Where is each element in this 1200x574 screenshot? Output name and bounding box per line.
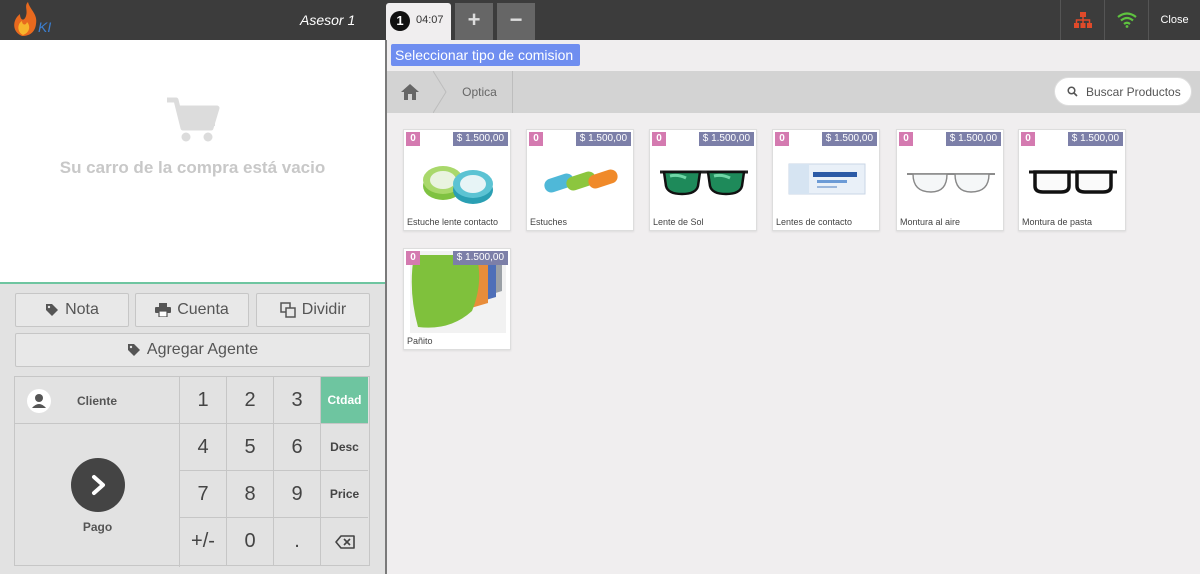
product-qty-badge: 0 [406, 132, 420, 146]
product-price-badge: $ 1.500,00 [575, 132, 631, 146]
mode-discount-button[interactable]: Desc [321, 424, 368, 471]
key-6[interactable]: 6 [274, 424, 321, 471]
add-agent-button[interactable]: Agregar Agente [15, 333, 370, 367]
product-qty-badge: 0 [775, 132, 789, 146]
product-name: Montura al aire [900, 217, 961, 227]
product-card[interactable]: 0 $ 1.500,00 Pañito [403, 248, 511, 350]
product-name: Estuche lente contacto [407, 217, 499, 227]
commission-type-dropdown[interactable]: Seleccionar tipo de comision ▾ [391, 44, 580, 85]
app-logo: KI [8, 2, 56, 38]
product-price-badge: $ 1.500,00 [452, 251, 508, 265]
network-status-button[interactable] [1060, 0, 1104, 40]
note-button[interactable]: Nota [15, 293, 129, 327]
search-input[interactable] [1086, 84, 1186, 99]
product-image-rimless-frame [901, 148, 1001, 212]
product-price-badge: $ 1.500,00 [452, 132, 508, 146]
key-5[interactable]: 5 [227, 424, 274, 471]
product-name: Lente de Sol [653, 217, 704, 227]
order-tab[interactable]: 1 04:07 [386, 3, 451, 40]
shopping-cart-icon [167, 97, 220, 142]
key-3[interactable]: 3 [274, 377, 321, 424]
numpad: Cliente Pago 1 2 3 Ctdad 4 5 6 Desc 7 8 … [14, 376, 370, 567]
payment-circle [71, 458, 125, 512]
home-icon [401, 84, 419, 100]
product-price-badge: $ 1.500,00 [1067, 132, 1123, 146]
cashier-name[interactable]: Asesor 1 [300, 12, 355, 28]
product-card[interactable]: 0 $ 1.500,00 Estuches [526, 129, 634, 231]
bill-button-label: Cuenta [177, 301, 229, 318]
printer-icon [155, 303, 172, 317]
key-1[interactable]: 1 [180, 377, 227, 424]
key-8[interactable]: 8 [227, 471, 274, 518]
product-qty-badge: 0 [1021, 132, 1035, 146]
product-image-contact-lenses [777, 148, 877, 212]
mode-quantity-button[interactable]: Ctdad [321, 377, 368, 424]
product-image-plastic-frame [1023, 148, 1123, 212]
close-button[interactable]: Close [1148, 0, 1200, 40]
product-name: Estuches [530, 217, 568, 227]
product-card[interactable]: 0 $ 1.500,00 Lentes de contacto [772, 129, 880, 231]
split-button-label: Dividir [301, 301, 347, 318]
wifi-status-button[interactable] [1104, 0, 1148, 40]
payment-button[interactable]: Pago [15, 424, 180, 567]
order-time: 04:07 [416, 14, 444, 26]
key-7[interactable]: 7 [180, 471, 227, 518]
avatar [27, 389, 51, 413]
key-9[interactable]: 9 [274, 471, 321, 518]
product-card[interactable]: 0 $ 1.500,00 Montura de pasta [1018, 129, 1126, 231]
customer-label: Cliente [77, 394, 118, 408]
product-card[interactable]: 0 $ 1.500,00 Montura al aire [896, 129, 1004, 231]
product-name: Lentes de contacto [776, 217, 853, 227]
product-qty-badge: 0 [652, 132, 666, 146]
tag-icon [127, 344, 140, 356]
key-4[interactable]: 4 [180, 424, 227, 471]
key-0[interactable]: 0 [227, 518, 274, 565]
home-button[interactable] [387, 71, 433, 113]
network-icon [1073, 12, 1092, 28]
split-icon [280, 302, 296, 318]
add-agent-button-label: Agregar Agente [146, 341, 259, 358]
split-button[interactable]: Dividir [256, 293, 370, 327]
panel-divider [385, 40, 387, 574]
key-decimal[interactable]: . [274, 518, 321, 565]
product-price-badge: $ 1.500,00 [698, 132, 754, 146]
order-number: 1 [390, 11, 410, 31]
cart-area: Su carro de la compra está vacio [0, 40, 385, 284]
wifi-icon [1116, 12, 1137, 28]
product-qty-badge: 0 [406, 251, 420, 265]
note-button-label: Nota [65, 301, 99, 318]
key-2[interactable]: 2 [227, 377, 274, 424]
mode-price-button[interactable]: Price [321, 471, 368, 518]
product-card[interactable]: 0 $ 1.500,00 Estuche lente contacto [403, 129, 511, 231]
product-image-contact-case [408, 148, 508, 212]
chevron-right-icon [92, 475, 105, 495]
breadcrumb-separator [433, 71, 447, 113]
customer-button[interactable]: Cliente [15, 377, 180, 424]
product-image-sunglasses [654, 148, 754, 212]
product-price-badge: $ 1.500,00 [945, 132, 1001, 146]
add-order-button[interactable]: + [455, 3, 493, 40]
backspace-icon [334, 534, 355, 549]
tag-icon [46, 304, 59, 316]
payment-label: Pago [82, 520, 113, 534]
product-qty-badge: 0 [899, 132, 913, 146]
product-name: Montura de pasta [1022, 217, 1093, 227]
search-box[interactable] [1054, 77, 1192, 106]
search-icon [1067, 86, 1078, 97]
product-name: Pañito [407, 336, 433, 346]
product-image-cases [531, 148, 631, 212]
bill-button[interactable]: Cuenta [135, 293, 249, 327]
user-icon [32, 394, 46, 408]
top-bar: KI Asesor 1 1 04:07 + − Close [0, 0, 1200, 40]
breadcrumb-category[interactable]: Optica [447, 71, 513, 113]
product-qty-badge: 0 [529, 132, 543, 146]
remove-order-button[interactable]: − [497, 3, 535, 40]
empty-cart-message: Su carro de la compra está vacio [59, 158, 326, 177]
svg-text:KI: KI [38, 19, 51, 35]
product-price-badge: $ 1.500,00 [821, 132, 877, 146]
product-card[interactable]: 0 $ 1.500,00 Lente de Sol [649, 129, 757, 231]
backspace-button[interactable] [321, 518, 368, 565]
key-plus-minus[interactable]: +/- [180, 518, 227, 565]
order-panel: Su carro de la compra está vacio Nota Cu… [0, 40, 385, 574]
